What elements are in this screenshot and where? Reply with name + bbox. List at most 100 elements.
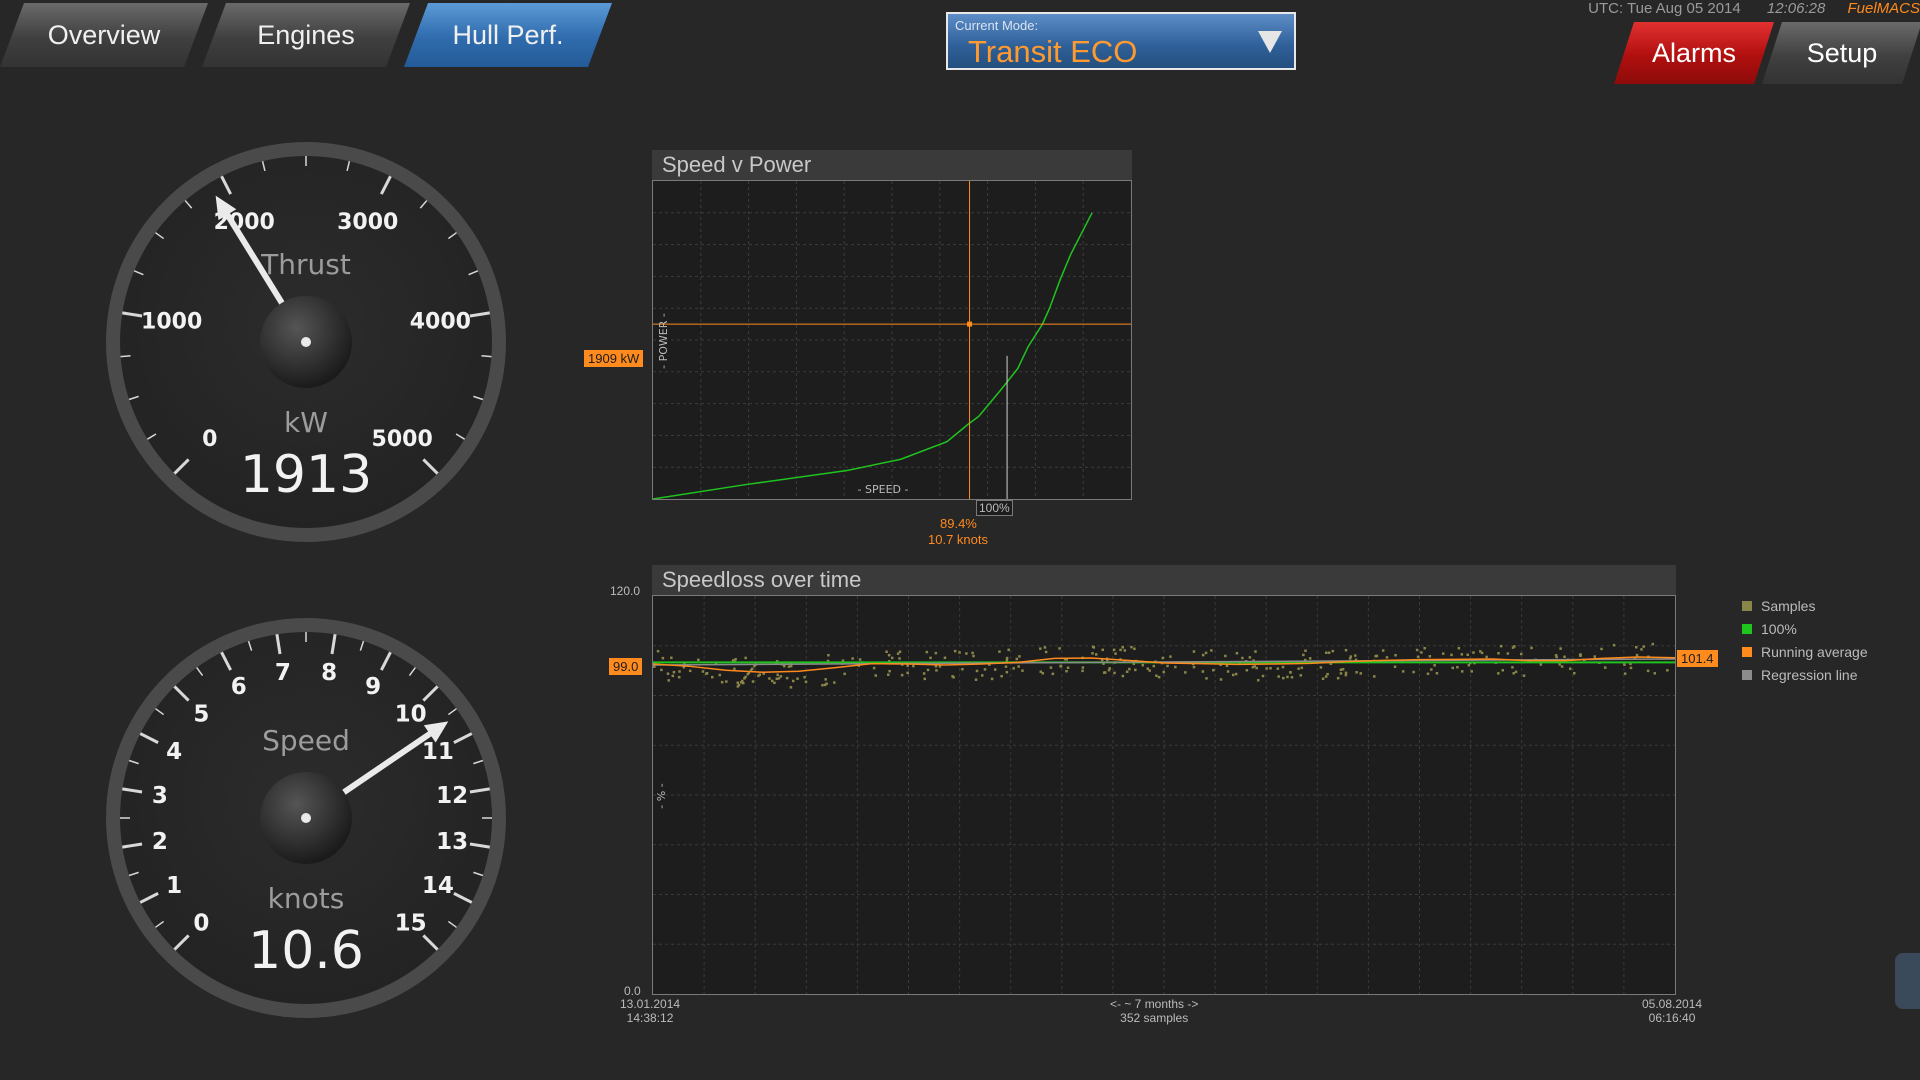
speed-power-plot[interactable]: - SPEED - - POWER - <box>652 180 1132 500</box>
sample-point <box>744 675 747 679</box>
sample-point <box>653 665 656 668</box>
gauge-pivot <box>301 337 311 347</box>
gauge-unit: kW <box>284 406 328 439</box>
sample-point <box>1428 655 1432 658</box>
sample-point <box>1353 654 1357 657</box>
sample-point <box>1339 672 1343 675</box>
sample-point <box>1612 643 1616 647</box>
sample-point <box>1451 666 1455 670</box>
sample-point <box>1563 655 1566 659</box>
sample-point <box>1065 669 1068 673</box>
y-axis-label: - POWER - <box>657 313 670 369</box>
gauge-scale-label: 5 <box>193 701 209 727</box>
sample-point <box>1514 670 1518 674</box>
sample-point <box>796 677 799 680</box>
sample-point <box>1512 672 1515 675</box>
sample-point <box>843 672 846 676</box>
sample-point <box>1653 672 1657 675</box>
sample-point <box>785 676 789 680</box>
sample-point <box>1166 664 1169 668</box>
sample-point <box>1204 651 1208 655</box>
sample-point <box>1319 666 1323 669</box>
sample-point <box>1021 669 1024 672</box>
sample-point <box>885 650 888 654</box>
start-time: 14:38:12 <box>626 1011 674 1025</box>
sample-point <box>741 681 745 685</box>
operating-point-marker <box>967 321 973 327</box>
gauge-value: 10.6 <box>248 921 364 981</box>
gauge-scale-label: 0 <box>193 911 209 937</box>
sample-point <box>1039 670 1043 673</box>
sample-point <box>1245 669 1249 672</box>
sample-point <box>670 656 673 660</box>
sample-point <box>1282 676 1285 680</box>
alarms-button[interactable]: Alarms <box>1614 22 1774 84</box>
sample-point <box>1210 649 1213 652</box>
sample-point <box>1430 668 1433 671</box>
side-panel-handle-icon[interactable] <box>1895 953 1920 1009</box>
brand-logo-text: FuelMACS <box>1847 0 1920 17</box>
sample-point <box>1420 651 1423 654</box>
speed-power-panel: Speed v Power - SPEED - - POWER - <box>652 150 1132 500</box>
sample-point <box>789 686 793 689</box>
speedloss-plot[interactable]: - % - <box>652 595 1676 995</box>
sample-point <box>1066 666 1070 670</box>
sample-point <box>783 664 786 668</box>
sample-point <box>1302 653 1305 657</box>
sample-point <box>1000 674 1003 678</box>
sample-point <box>1341 667 1345 671</box>
tab-engines[interactable]: Engines <box>202 3 410 67</box>
sample-point <box>1401 670 1405 673</box>
mode-selector[interactable]: Current Mode: Transit ECO <box>946 12 1296 70</box>
mode-value: Transit ECO <box>968 34 1138 69</box>
sample-point <box>1269 666 1272 670</box>
speed-knots-label: 10.7 knots <box>928 532 988 547</box>
end-date: 05.08.2014 <box>1642 997 1703 1011</box>
sample-point <box>758 673 762 676</box>
sample-point <box>951 675 954 678</box>
sample-point <box>1134 668 1137 672</box>
speed-gauge: 01234567 89101112131415 Speed knots 10.6 <box>106 618 506 1018</box>
dropdown-arrow-icon[interactable] <box>1258 31 1282 53</box>
sample-point <box>906 671 909 675</box>
tab-overview[interactable]: Overview <box>0 3 208 67</box>
sample-point <box>1253 665 1256 668</box>
y-max-label: 120.0 <box>610 584 641 598</box>
legend-item-regression: Regression line <box>1742 663 1868 686</box>
sample-point <box>1146 667 1149 670</box>
sample-point <box>1231 673 1235 677</box>
setup-button[interactable]: Setup <box>1762 22 1920 84</box>
sample-point <box>1043 646 1047 649</box>
sample-point <box>1393 665 1397 669</box>
sample-point <box>697 658 700 662</box>
sample-point <box>661 656 665 660</box>
speed-power-curve <box>652 212 1093 500</box>
sample-point <box>1555 655 1558 659</box>
sample-point <box>1522 674 1526 677</box>
sample-point <box>974 678 978 681</box>
sample-point <box>900 673 904 677</box>
sample-point <box>666 672 670 675</box>
sample-point <box>1623 672 1627 675</box>
sample-point <box>1081 669 1084 673</box>
sample-point <box>1467 663 1471 667</box>
speed-power-svg: - SPEED - - POWER - <box>652 181 1131 500</box>
sample-point <box>1600 647 1603 651</box>
sample-point <box>1433 664 1436 667</box>
sample-point <box>1472 651 1475 654</box>
sample-point <box>804 680 808 684</box>
end-date-label: 05.08.2014 06:16:40 <box>1642 997 1702 1025</box>
sample-point <box>787 665 791 668</box>
sample-point <box>1573 671 1576 675</box>
sample-point <box>1412 670 1415 674</box>
tab-hull-perf[interactable]: Hull Perf. <box>404 3 612 67</box>
sample-point <box>792 679 795 683</box>
sample-point <box>718 673 722 677</box>
sample-point <box>1289 671 1292 674</box>
sample-point <box>1212 668 1215 672</box>
sample-point <box>961 667 964 671</box>
gauge-scale-label: 15 <box>395 911 427 937</box>
sample-point <box>1623 663 1626 666</box>
speedloss-panel: Speedloss over time - % - <box>652 565 1676 995</box>
sample-point <box>705 672 708 675</box>
